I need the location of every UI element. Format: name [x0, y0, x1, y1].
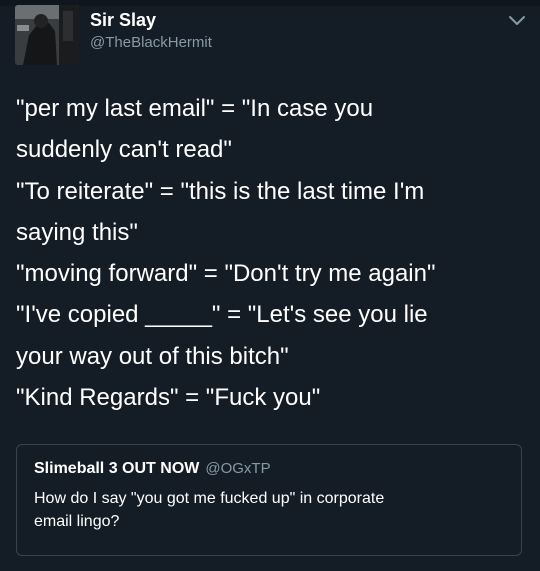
quoted-tweet-text: How do I say "you got me fucked up" in c… [34, 487, 504, 533]
author-display-name[interactable]: Sir Slay [90, 9, 156, 31]
tweet-text-line: your way out of this bitch" [16, 342, 289, 370]
tweet-text: "per my last email" = "In case you sudde… [16, 88, 526, 418]
chevron-down-icon[interactable] [507, 14, 527, 28]
tweet-text-line: "per my last email" = "In case you [16, 95, 374, 122]
tweet-text-line: "To reiterate" = "this is the last time … [16, 177, 425, 205]
tweet-text-line: "I've copied _____" = "Let's see you lie [16, 301, 428, 329]
tweet-text-line: "moving forward" = "Don't try me again" [16, 260, 436, 288]
avatar-image [15, 5, 79, 65]
tweet-text-line: "Kind Regards" = "Fuck you" [16, 384, 321, 412]
quoted-tweet-card[interactable]: Slimeball 3 OUT NOW @OGxTP How do I say "… [16, 444, 522, 556]
tweet-text-line: saying this" [16, 218, 138, 246]
author-handle[interactable]: @TheBlackHermit [90, 33, 212, 53]
avatar[interactable] [15, 5, 79, 65]
quoted-tweet-text-line: email lingo? [34, 513, 120, 530]
top-edge [0, 0, 540, 6]
quoted-tweet-text-line: How do I say "you got me fucked up" in c… [34, 490, 385, 507]
tweet-text-line: suddenly can't read" [16, 136, 232, 164]
quoted-tweet-header: Slimeball 3 OUT NOW @OGxTP [34, 459, 271, 479]
quoted-author-handle: @OGxTP [205, 460, 271, 477]
quoted-author-display-name: Slimeball 3 OUT NOW [34, 460, 200, 477]
